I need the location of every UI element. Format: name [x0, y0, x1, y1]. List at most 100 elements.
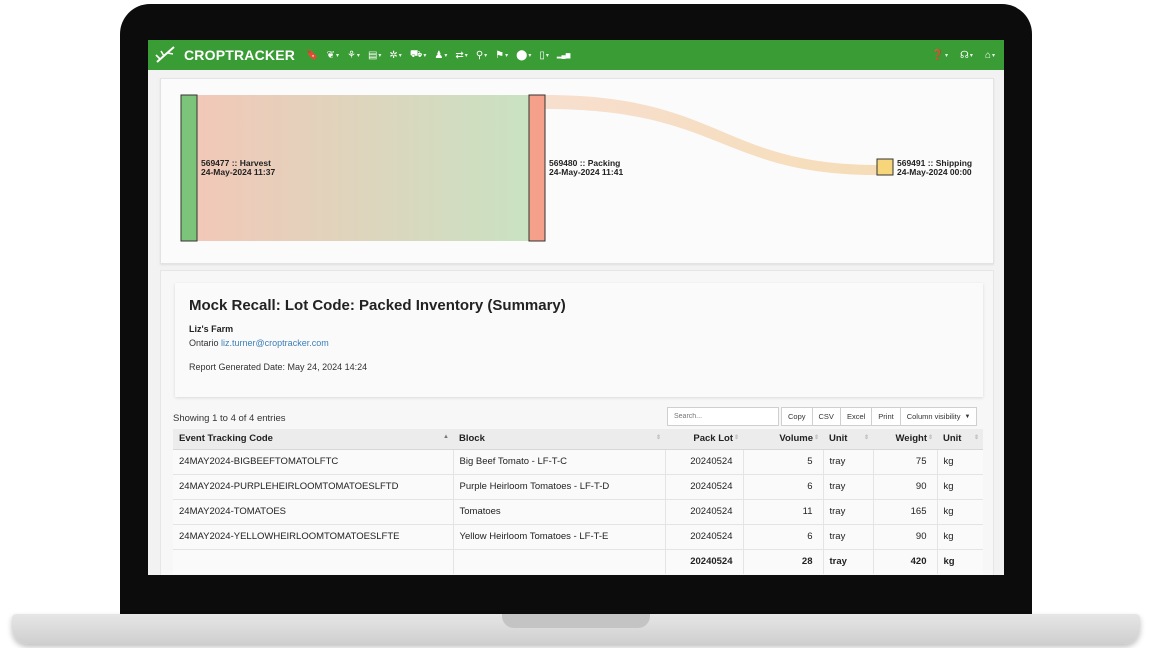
leaf-menu[interactable]: ❦ ▾	[324, 44, 342, 66]
building-menu[interactable]: ⌂ ▾	[982, 44, 998, 66]
sankey-node-packing[interactable]	[528, 94, 546, 242]
cell-code: 24MAY2024-PURPLEHEIRLOOMTOMATOESLFTD	[173, 474, 453, 500]
col-volume-unit[interactable]: Unit ⇕	[823, 429, 873, 450]
table-header-row: Event Tracking Code ▲ Block ⇕ Pack Lot ⇕ Vo…	[173, 429, 983, 450]
caret-down-icon: ▾	[464, 52, 468, 59]
pin-menu[interactable]: ⬤ ▾	[513, 44, 534, 66]
seedling-menu[interactable]: ⚘ ▾	[344, 44, 363, 66]
table-row: 24MAY2024-TOMATOES Tomatoes 20240524 11 …	[173, 499, 983, 525]
table-row: 24MAY2024-BIGBEEFTOMATOLFTC Big Beef Tom…	[173, 449, 983, 475]
cell-weight: 165	[872, 499, 937, 525]
bookmark-menu[interactable]: 🔖	[303, 44, 321, 66]
brand-logo[interactable]: CROPTRACKER	[154, 45, 295, 65]
total-pack-lot: 20240524	[664, 549, 743, 574]
truck-icon: ⛟	[409, 48, 423, 60]
caret-down-icon: ▾	[505, 52, 509, 59]
column-visibility-button[interactable]: Column visibility ▼	[900, 407, 978, 426]
col-weight[interactable]: Weight ⇕	[873, 429, 937, 450]
caret-down-icon: ▾	[969, 52, 973, 59]
col-pack-lot[interactable]: Pack Lot ⇕	[665, 429, 743, 450]
sort-asc-icon: ▲	[443, 434, 449, 440]
caret-down-icon: ▾	[356, 52, 360, 59]
header-label: Event Tracking Code	[179, 433, 273, 445]
mobile-menu[interactable]: ▯ ▾	[536, 44, 552, 66]
bar-chart-menu[interactable]: ▂▄▆	[554, 44, 573, 66]
gear-menu[interactable]: ✲ ▾	[386, 44, 404, 66]
mobile-icon: ▯	[539, 49, 545, 61]
cell-volume: 11	[742, 499, 823, 525]
farm-email-link[interactable]: liz.turner@croptracker.com	[221, 338, 329, 348]
node-date: 24-May-2024 00:00	[897, 167, 972, 177]
cell-volume-unit: tray	[822, 474, 873, 500]
report-header-card: Mock Recall: Lot Code: Packed Inventory …	[175, 283, 983, 397]
nav-right-menu: ❓ ▾ ☊ ▾ ⌂ ▾	[929, 44, 998, 66]
nav-menu: 🔖 ❦ ▾ ⚘ ▾ ▤ ▾ ✲ ▾ ⛟ ▾ ♟ ▾ ⇄ ▾ ⚲ ▾ ⚑ ▾ ⬤ ▾ ▯ ▾ ▂▄▆	[303, 44, 573, 66]
cell-weight-unit: kg	[936, 524, 983, 550]
flag-menu[interactable]: ⚑ ▾	[492, 44, 511, 66]
gear-icon: ✲	[389, 49, 398, 61]
exchange-menu[interactable]: ⇄ ▾	[452, 44, 470, 66]
sankey-label-packing: 569480 :: Packing 24-May-2024 11:41	[549, 159, 623, 177]
sankey-node-shipping[interactable]	[876, 158, 894, 176]
header-label: Weight	[895, 433, 928, 445]
header-label: Block	[459, 433, 485, 445]
caret-down-icon: ▾	[484, 52, 488, 59]
clipboard-menu[interactable]: ▤ ▾	[365, 44, 384, 66]
leaf-icon: ❦	[326, 49, 335, 61]
total-weight: 420	[872, 549, 937, 574]
brand-name: CROPTRACKER	[184, 47, 296, 63]
csv-button[interactable]: CSV	[812, 407, 841, 426]
print-button[interactable]: Print	[872, 407, 901, 426]
table-total-row: 20240524 28 tray 420 kg	[173, 549, 983, 574]
cell-pack-lot: 20240524	[664, 474, 743, 500]
col-weight-unit[interactable]: Unit ⇕	[937, 429, 983, 450]
table-row: 24MAY2024-PURPLEHEIRLOOMTOMATOESLFTD Pur…	[173, 474, 983, 500]
cell-volume-unit: tray	[822, 449, 873, 475]
bulb-icon: ⚲	[475, 49, 484, 61]
help-menu[interactable]: ❓ ▾	[929, 44, 951, 66]
truck-menu[interactable]: ⛟ ▾	[407, 44, 430, 66]
cell-weight: 90	[872, 474, 937, 500]
caret-down-icon: ▾	[945, 52, 949, 59]
col-event-tracking-code[interactable]: Event Tracking Code ▲	[173, 429, 453, 450]
cell-weight: 75	[872, 449, 937, 475]
cell-volume: 6	[742, 524, 823, 550]
sort-icon: ⇕	[733, 435, 739, 441]
sankey-label-harvest: 569477 :: Harvest 24-May-2024 11:37	[201, 159, 275, 177]
clipboard-icon: ▤	[367, 49, 378, 61]
table-toolbar: Copy CSV Excel Print Column visibility ▼	[667, 407, 978, 426]
copy-button[interactable]: Copy	[781, 407, 813, 426]
total-volume-unit: tray	[822, 549, 873, 574]
support-icon: ☊	[960, 49, 969, 61]
farm-name: Liz's Farm	[189, 324, 234, 334]
sort-icon: ⇕	[813, 435, 819, 441]
help-icon: ❓	[931, 49, 945, 61]
node-date: 24-May-2024 11:41	[549, 167, 624, 177]
entries-info: Showing 1 to 4 of 4 entries	[173, 413, 286, 424]
person-menu[interactable]: ♟ ▾	[431, 44, 450, 66]
bulb-menu[interactable]: ⚲ ▾	[473, 44, 490, 66]
caret-down-icon: ▾	[444, 52, 448, 59]
cell-code: 24MAY2024-BIGBEEFTOMATOLFTC	[173, 449, 453, 475]
col-volume[interactable]: Volume ⇕	[743, 429, 823, 450]
cell-empty	[173, 549, 453, 574]
cell-block: Purple Heirloom Tomatoes - LF-T-D	[452, 474, 665, 500]
cell-pack-lot: 20240524	[664, 499, 743, 525]
search-input[interactable]	[667, 407, 779, 426]
screen: CROPTRACKER 🔖 ❦ ▾ ⚘ ▾ ▤ ▾ ✲ ▾ ⛟ ▾ ♟ ▾ ⇄ ▾ ⚲ ▾ ⚑ ▾ ⬤ ▾ ▯ ▾ ▂▄▆ ❓…	[148, 40, 1004, 575]
support-menu[interactable]: ☊ ▾	[957, 44, 976, 66]
caret-down-icon: ▾	[528, 52, 532, 59]
excel-button[interactable]: Excel	[840, 407, 873, 426]
entries-table: Event Tracking Code ▲ Block ⇕ Pack Lot ⇕ Vo…	[173, 429, 983, 574]
sankey-node-harvest[interactable]	[180, 94, 198, 242]
caret-down-icon: ▾	[398, 52, 402, 59]
cell-block: Big Beef Tomato - LF-T-C	[452, 449, 665, 475]
sort-icon: ⇕	[973, 435, 979, 441]
building-icon: ⌂	[984, 49, 991, 61]
cell-volume: 6	[742, 474, 823, 500]
cell-volume-unit: tray	[822, 499, 873, 525]
col-block[interactable]: Block ⇕	[453, 429, 665, 450]
croptracker-leaf-icon	[155, 46, 175, 63]
caret-down-icon: ▼	[964, 413, 971, 420]
sort-icon: ⇕	[655, 435, 661, 441]
